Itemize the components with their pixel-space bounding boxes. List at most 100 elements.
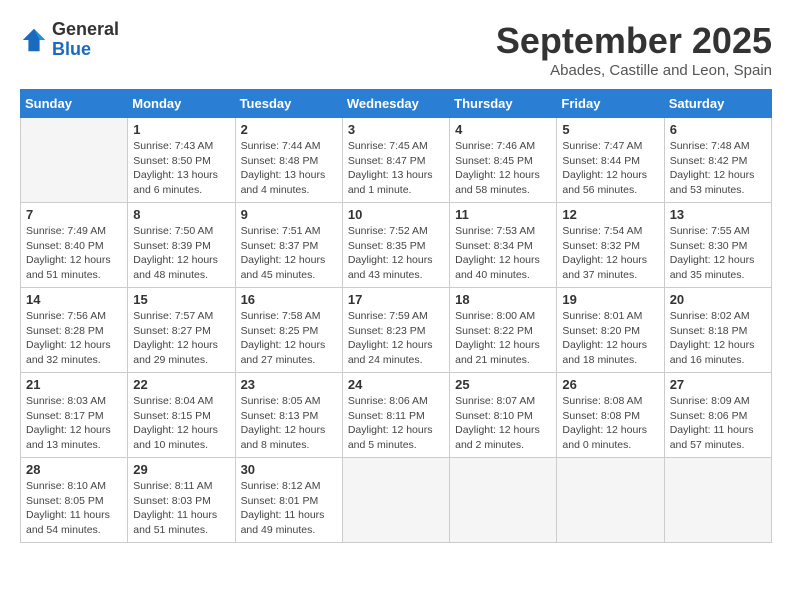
day-number: 13 [670, 207, 766, 222]
day-number: 19 [562, 292, 658, 307]
day-header: Saturday [664, 90, 771, 118]
day-number: 12 [562, 207, 658, 222]
day-number: 6 [670, 122, 766, 137]
cell-info: Sunrise: 7:50 AMSunset: 8:39 PMDaylight:… [133, 224, 229, 283]
day-number: 30 [241, 462, 337, 477]
day-number: 15 [133, 292, 229, 307]
day-number: 24 [348, 377, 444, 392]
days-header-row: SundayMondayTuesdayWednesdayThursdayFrid… [21, 90, 772, 118]
calendar-cell: 21 Sunrise: 8:03 AMSunset: 8:17 PMDayligh… [21, 373, 128, 458]
day-number: 11 [455, 207, 551, 222]
cell-info: Sunrise: 7:49 AMSunset: 8:40 PMDaylight:… [26, 224, 122, 283]
day-header: Monday [128, 90, 235, 118]
cell-info: Sunrise: 8:07 AMSunset: 8:10 PMDaylight:… [455, 394, 551, 453]
cell-info: Sunrise: 8:08 AMSunset: 8:08 PMDaylight:… [562, 394, 658, 453]
calendar-cell: 20Sunrise: 8:02 AMSunset: 8:18 PMDayligh… [664, 288, 771, 373]
calendar-cell: 27 Sunrise: 8:09 AMSunset: 8:06 PMDayligh… [664, 373, 771, 458]
cell-info: Sunrise: 7:43 AMSunset: 8:50 PMDaylight:… [133, 139, 229, 198]
day-number: 25 [455, 377, 551, 392]
cell-info: Sunrise: 7:57 AMSunset: 8:27 PMDaylight:… [133, 309, 229, 368]
calendar-cell: 13Sunrise: 7:55 AMSunset: 8:30 PMDayligh… [664, 203, 771, 288]
day-number: 9 [241, 207, 337, 222]
cell-info: Sunrise: 8:10 AMSunset: 8:05 PMDaylight:… [26, 479, 122, 538]
day-number: 28 [26, 462, 122, 477]
logo-icon [20, 26, 48, 54]
logo: General Blue [20, 20, 119, 60]
day-number: 22 [133, 377, 229, 392]
day-header: Tuesday [235, 90, 342, 118]
cell-info: Sunrise: 7:51 AMSunset: 8:37 PMDaylight:… [241, 224, 337, 283]
cell-info: Sunrise: 8:03 AMSunset: 8:17 PMDaylight:… [26, 394, 122, 453]
calendar-cell [342, 458, 449, 543]
cell-info: Sunrise: 7:58 AMSunset: 8:25 PMDaylight:… [241, 309, 337, 368]
calendar-cell: 4Sunrise: 7:46 AMSunset: 8:45 PMDaylight… [450, 118, 557, 203]
calendar-cell: 11Sunrise: 7:53 AMSunset: 8:34 PMDayligh… [450, 203, 557, 288]
calendar-cell: 12 Sunrise: 7:54 AMSunset: 8:32 PMDayligh… [557, 203, 664, 288]
day-number: 21 [26, 377, 122, 392]
calendar-header: SundayMondayTuesdayWednesdayThursdayFrid… [21, 90, 772, 118]
day-number: 29 [133, 462, 229, 477]
calendar-body: 1Sunrise: 7:43 AMSunset: 8:50 PMDaylight… [21, 118, 772, 543]
calendar-cell: 8 Sunrise: 7:50 AMSunset: 8:39 PMDaylight… [128, 203, 235, 288]
cell-info: Sunrise: 8:09 AMSunset: 8:06 PMDaylight:… [670, 394, 766, 453]
calendar-cell: 9 Sunrise: 7:51 AMSunset: 8:37 PMDaylight… [235, 203, 342, 288]
cell-info: Sunrise: 7:54 AMSunset: 8:32 PMDaylight:… [562, 224, 658, 283]
day-number: 2 [241, 122, 337, 137]
week-row: 14 Sunrise: 7:56 AMSunset: 8:28 PMDayligh… [21, 288, 772, 373]
week-row: 28 Sunrise: 8:10 AMSunset: 8:05 PMDayligh… [21, 458, 772, 543]
calendar-cell: 17 Sunrise: 7:59 AMSunset: 8:23 PMDayligh… [342, 288, 449, 373]
calendar-cell: 10 Sunrise: 7:52 AMSunset: 8:35 PMDayligh… [342, 203, 449, 288]
day-number: 7 [26, 207, 122, 222]
day-number: 14 [26, 292, 122, 307]
cell-info: Sunrise: 7:52 AMSunset: 8:35 PMDaylight:… [348, 224, 444, 283]
header: General Blue September 2025 Abades, Cast… [20, 20, 772, 79]
day-header: Thursday [450, 90, 557, 118]
calendar-cell [21, 118, 128, 203]
week-row: 21 Sunrise: 8:03 AMSunset: 8:17 PMDayligh… [21, 373, 772, 458]
calendar-cell: 30 Sunrise: 8:12 AMSunset: 8:01 PMDayligh… [235, 458, 342, 543]
logo-blue: Blue [52, 40, 119, 60]
cell-info: Sunrise: 7:56 AMSunset: 8:28 PMDaylight:… [26, 309, 122, 368]
cell-info: Sunrise: 7:44 AMSunset: 8:48 PMDaylight:… [241, 139, 337, 198]
calendar-cell: 16 Sunrise: 7:58 AMSunset: 8:25 PMDayligh… [235, 288, 342, 373]
calendar-cell: 3Sunrise: 7:45 AMSunset: 8:47 PMDaylight… [342, 118, 449, 203]
cell-info: Sunrise: 7:48 AMSunset: 8:42 PMDaylight:… [670, 139, 766, 198]
calendar-cell [664, 458, 771, 543]
calendar-cell: 7 Sunrise: 7:49 AMSunset: 8:40 PMDaylight… [21, 203, 128, 288]
day-number: 18 [455, 292, 551, 307]
cell-info: Sunrise: 8:01 AMSunset: 8:20 PMDaylight:… [562, 309, 658, 368]
cell-info: Sunrise: 7:59 AMSunset: 8:23 PMDaylight:… [348, 309, 444, 368]
cell-info: Sunrise: 8:06 AMSunset: 8:11 PMDaylight:… [348, 394, 444, 453]
day-header: Wednesday [342, 90, 449, 118]
calendar-cell: 2 Sunrise: 7:44 AMSunset: 8:48 PMDaylight… [235, 118, 342, 203]
day-header: Sunday [21, 90, 128, 118]
day-number: 27 [670, 377, 766, 392]
calendar-cell: 19 Sunrise: 8:01 AMSunset: 8:20 PMDayligh… [557, 288, 664, 373]
cell-info: Sunrise: 8:02 AMSunset: 8:18 PMDaylight:… [670, 309, 766, 368]
day-number: 3 [348, 122, 444, 137]
calendar-cell: 24 Sunrise: 8:06 AMSunset: 8:11 PMDayligh… [342, 373, 449, 458]
calendar-cell: 28 Sunrise: 8:10 AMSunset: 8:05 PMDayligh… [21, 458, 128, 543]
calendar-cell [450, 458, 557, 543]
day-number: 4 [455, 122, 551, 137]
logo-text: General Blue [52, 20, 119, 60]
day-number: 23 [241, 377, 337, 392]
day-number: 8 [133, 207, 229, 222]
month-title: September 2025 [496, 20, 772, 62]
cell-info: Sunrise: 8:11 AMSunset: 8:03 PMDaylight:… [133, 479, 229, 538]
calendar-cell: 23Sunrise: 8:05 AMSunset: 8:13 PMDayligh… [235, 373, 342, 458]
day-number: 17 [348, 292, 444, 307]
cell-info: Sunrise: 8:12 AMSunset: 8:01 PMDaylight:… [241, 479, 337, 538]
cell-info: Sunrise: 8:04 AMSunset: 8:15 PMDaylight:… [133, 394, 229, 453]
calendar-cell: 5Sunrise: 7:47 AMSunset: 8:44 PMDaylight… [557, 118, 664, 203]
calendar-cell: 26 Sunrise: 8:08 AMSunset: 8:08 PMDayligh… [557, 373, 664, 458]
day-number: 16 [241, 292, 337, 307]
day-header: Friday [557, 90, 664, 118]
calendar-cell [557, 458, 664, 543]
calendar-cell: 22 Sunrise: 8:04 AMSunset: 8:15 PMDayligh… [128, 373, 235, 458]
calendar-cell: 14 Sunrise: 7:56 AMSunset: 8:28 PMDayligh… [21, 288, 128, 373]
week-row: 7 Sunrise: 7:49 AMSunset: 8:40 PMDaylight… [21, 203, 772, 288]
day-number: 10 [348, 207, 444, 222]
day-number: 26 [562, 377, 658, 392]
calendar-cell: 1Sunrise: 7:43 AMSunset: 8:50 PMDaylight… [128, 118, 235, 203]
